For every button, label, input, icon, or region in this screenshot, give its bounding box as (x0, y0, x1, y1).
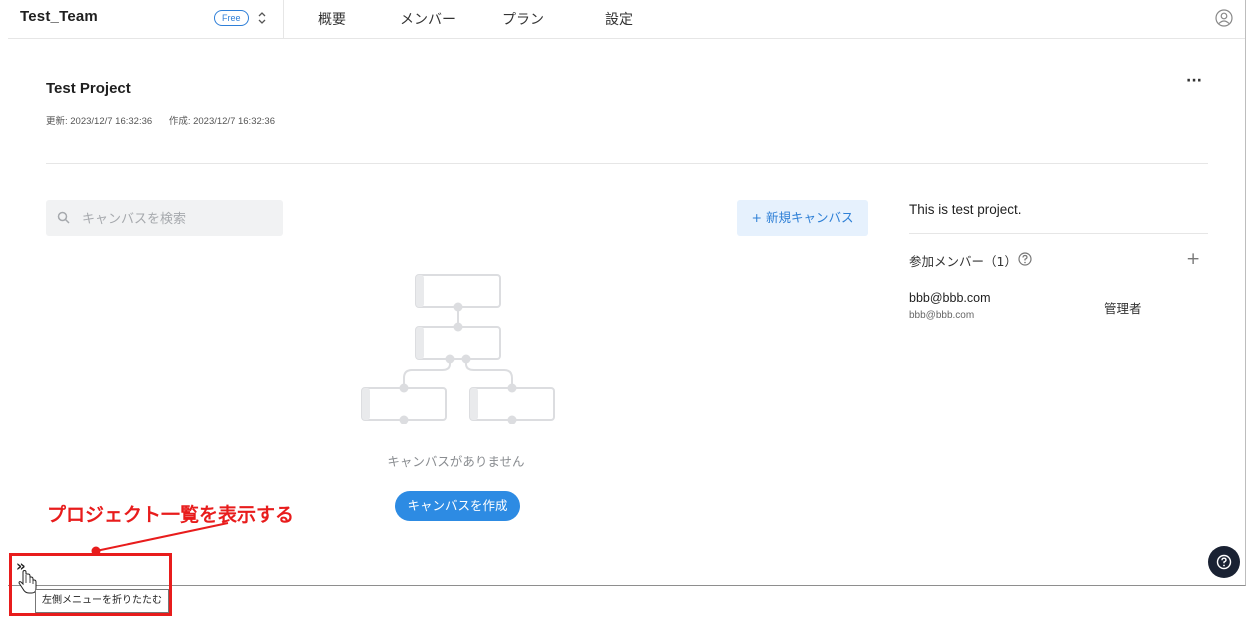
project-description: This is test project. (909, 202, 1022, 217)
tab-plan[interactable]: プラン (502, 9, 544, 29)
team-name[interactable]: Test_Team (20, 8, 98, 25)
tab-settings[interactable]: 設定 (605, 9, 633, 29)
annotation-label: プロジェクト一覧を表示する (47, 504, 295, 526)
member-role: 管理者 (1104, 301, 1142, 316)
search-input[interactable] (80, 208, 279, 230)
annotation-highlight-box (9, 553, 172, 616)
member-email: bbb@bbb.com (909, 310, 975, 321)
top-header: Test_Team Free 概要 メンバー プラン 設定 (8, 0, 1245, 39)
canvas-search[interactable] (46, 200, 283, 236)
app-window: Test_Team Free 概要 メンバー プラン 設定 Test Proje… (8, 0, 1246, 586)
member-name: bbb@bbb.com (909, 291, 991, 305)
question-icon (1216, 554, 1232, 570)
section-divider (46, 163, 1208, 164)
tab-members[interactable]: メンバー (400, 9, 456, 29)
project-meta: 更新: 2023/12/7 16:32:36 作成: 2023/12/7 16:… (46, 113, 289, 127)
user-account-icon[interactable] (1215, 9, 1233, 27)
empty-canvas-illustration (361, 274, 555, 424)
help-button[interactable] (1208, 546, 1240, 578)
updated-timestamp: 更新: 2023/12/7 16:32:36 (46, 116, 153, 127)
project-title: Test Project (46, 80, 131, 97)
more-options-button[interactable]: ··· (1184, 74, 1204, 92)
panel-divider (909, 233, 1208, 234)
tab-overview[interactable]: 概要 (318, 9, 346, 29)
add-member-button[interactable]: + (1186, 249, 1200, 269)
create-canvas-button[interactable]: キャンバスを作成 (395, 491, 520, 521)
empty-state-message: キャンバスがありません (387, 454, 525, 469)
new-canvas-button[interactable]: + 新規キャンバス (737, 200, 868, 236)
created-timestamp: 作成: 2023/12/7 16:32:36 (168, 116, 275, 127)
help-icon[interactable] (1018, 252, 1032, 266)
search-icon (57, 211, 70, 224)
members-heading: 参加メンバー（1） (909, 254, 1017, 269)
plan-badge: Free (214, 10, 249, 26)
team-switcher-icon[interactable] (256, 8, 268, 28)
header-divider (283, 0, 284, 38)
